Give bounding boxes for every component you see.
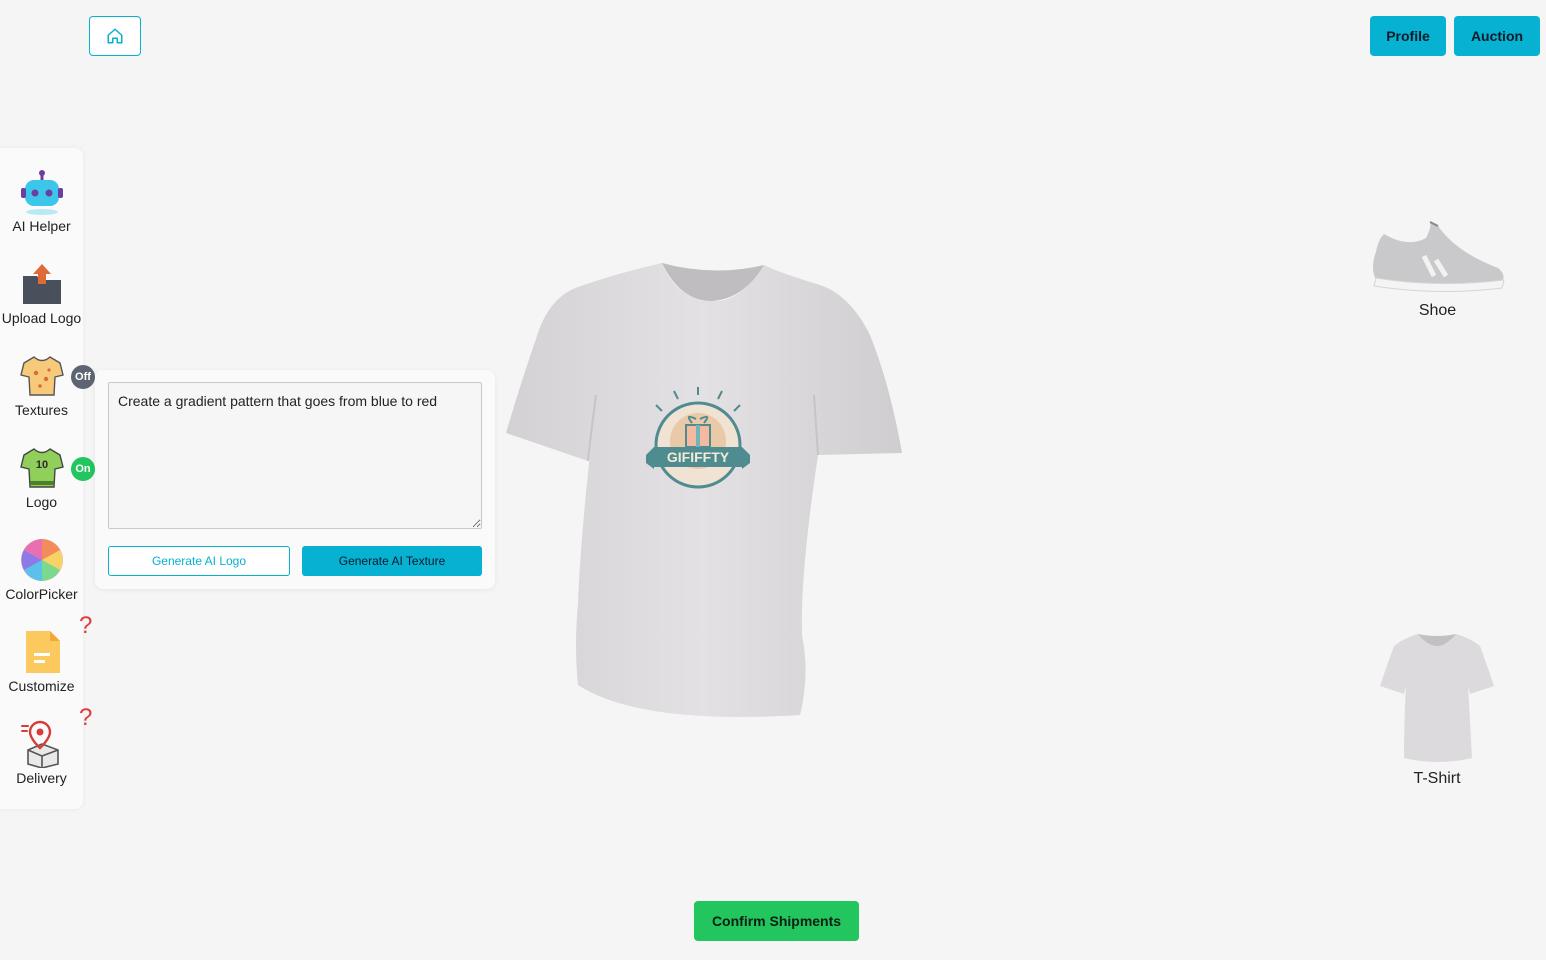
tshirt-icon bbox=[1380, 634, 1494, 762]
sidebar-item-label: Upload Logo bbox=[1, 310, 82, 326]
sidebar-item-label: Customize bbox=[8, 678, 75, 694]
robot-icon bbox=[18, 168, 66, 216]
upload-folder-icon bbox=[18, 260, 66, 308]
customize-help-icon[interactable]: ? bbox=[79, 612, 92, 640]
sidebar-item-customize[interactable]: Customize bbox=[0, 608, 83, 700]
sidebar-item-label: AI Helper bbox=[12, 218, 71, 234]
delivery-box-icon bbox=[18, 720, 66, 768]
logo-status-badge[interactable]: On bbox=[71, 457, 95, 481]
product-label: T-Shirt bbox=[1413, 770, 1461, 787]
sidebar-item-label: ColorPicker bbox=[5, 586, 78, 602]
sidebar-item-label: Delivery bbox=[16, 770, 67, 786]
confirm-shipments-button[interactable]: Confirm Shipments bbox=[694, 901, 859, 941]
color-wheel-icon bbox=[18, 536, 66, 584]
sidebar-item-label: Logo bbox=[25, 494, 58, 510]
tools-sidebar: AI Helper Upload Logo Textures 10 Logo C… bbox=[0, 148, 83, 809]
generate-ai-texture-button[interactable]: Generate AI Texture bbox=[302, 546, 482, 576]
generate-ai-logo-button[interactable]: Generate AI Logo bbox=[108, 546, 290, 576]
ai-prompt-input[interactable] bbox=[108, 382, 482, 529]
sidebar-item-label: Textures bbox=[15, 402, 68, 418]
shoe-icon bbox=[1372, 221, 1505, 293]
home-icon bbox=[107, 28, 123, 44]
product-label: Shoe bbox=[1418, 302, 1457, 319]
product-shoe[interactable]: Shoe bbox=[1365, 218, 1510, 320]
tshirt-3d-preview[interactable]: GIFIFFTY bbox=[500, 255, 910, 725]
profile-button[interactable]: Profile bbox=[1370, 16, 1446, 56]
sidebar-item-upload-logo[interactable]: Upload Logo bbox=[0, 240, 83, 332]
jersey-logo-icon: 10 bbox=[18, 444, 66, 492]
sidebar-item-colorpicker[interactable]: ColorPicker bbox=[0, 516, 83, 608]
home-button[interactable] bbox=[89, 16, 141, 56]
svg-text:GIFIFFTY: GIFIFFTY bbox=[667, 449, 730, 465]
product-tshirt[interactable]: T-Shirt bbox=[1372, 628, 1502, 788]
sidebar-item-delivery[interactable]: Delivery bbox=[0, 700, 83, 792]
delivery-help-icon[interactable]: ? bbox=[79, 704, 92, 732]
ai-prompt-panel: Generate AI Logo Generate AI Texture bbox=[95, 370, 495, 589]
svg-text:10: 10 bbox=[35, 459, 47, 471]
textures-status-badge[interactable]: Off bbox=[71, 365, 95, 389]
document-icon bbox=[18, 628, 66, 676]
shirt-texture-icon bbox=[18, 352, 66, 400]
auction-button[interactable]: Auction bbox=[1454, 16, 1540, 56]
sidebar-item-ai-helper[interactable]: AI Helper bbox=[0, 148, 83, 240]
